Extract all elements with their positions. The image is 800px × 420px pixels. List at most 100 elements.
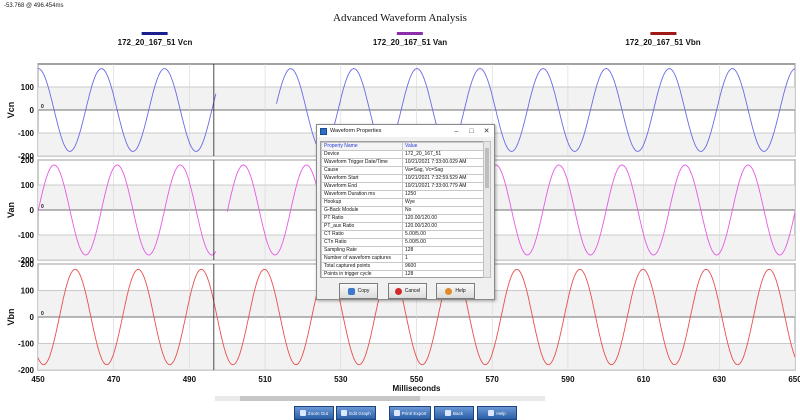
property-row[interactable]: G-Back Module No [321, 206, 484, 215]
maximize-button[interactable]: □ [464, 125, 479, 137]
property-row[interactable]: PT Ratio 120.00/120.00 [321, 214, 484, 223]
property-name: Cause [321, 166, 403, 175]
y-tick-label: 100 [21, 181, 35, 190]
property-value: 9600 [402, 262, 484, 271]
x-tick-label: 450 [31, 375, 45, 384]
property-row[interactable]: CTn Ratio 5.00/5.00 [321, 238, 484, 247]
back-arrow-icon [444, 410, 451, 416]
property-name: Points in trigger cycle [321, 270, 403, 277]
properties-grid[interactable]: Property Name Value Device 172_20_167_51 W… [320, 141, 485, 278]
property-name: Hookup [321, 198, 403, 207]
edit-graph-icon [341, 410, 348, 416]
property-value: 1250 [402, 190, 484, 199]
properties-scrollbar[interactable] [483, 141, 491, 278]
property-name: G-Back Module [321, 206, 403, 215]
property-name: Waveform Trigger Date/Time [321, 158, 403, 167]
y-tick-label: -200 [18, 366, 35, 375]
property-row[interactable]: Total captured points 9600 [321, 262, 484, 271]
property-row[interactable]: Number of waveform captures 1 [321, 254, 484, 263]
y-tick-label: 0 [30, 313, 35, 322]
property-value: 10/21/2021 7:33:00.029 AM [402, 158, 484, 167]
footer-help-button[interactable]: Help [477, 406, 517, 420]
dialog-title: Waveform Properties [330, 128, 382, 134]
property-row[interactable]: CT Ratio 5.00/5.00 [321, 230, 484, 239]
copy-button[interactable]: Copy [339, 283, 378, 299]
cancel-button[interactable]: Cancel [388, 283, 427, 299]
property-name: Sampling Rate [321, 246, 403, 255]
zero-label: 0 [41, 104, 44, 110]
y-tick-label: -100 [18, 340, 35, 349]
y-tick-label: 0 [30, 206, 35, 215]
horizontal-scrollbar-thumb[interactable] [240, 396, 420, 401]
property-row[interactable]: Hookup Wye [321, 198, 484, 207]
property-value: 172_20_167_51 [402, 150, 484, 159]
zoom-out-icon [299, 410, 306, 416]
close-button[interactable]: ✕ [479, 125, 494, 137]
y-axis-label: Vcn [6, 102, 16, 119]
property-name: CT Ratio [321, 230, 403, 239]
zero-label: 0 [41, 311, 44, 317]
zero-label: 0 [41, 204, 44, 210]
zoom-out-button[interactable]: Zoom Out [294, 406, 334, 420]
property-value: No [402, 206, 484, 215]
property-name: Total captured points [321, 262, 403, 271]
copy-button-label: Copy [357, 288, 370, 294]
x-tick-label: 550 [410, 375, 424, 384]
property-row[interactable]: Waveform Start 10/21/2021 7:32:59.529 AM [321, 174, 484, 183]
y-tick-label: -100 [18, 231, 35, 240]
property-name: Waveform Duration ms [321, 190, 403, 199]
help-button-label: Help [455, 288, 466, 294]
property-value: 128 [402, 246, 484, 255]
app-icon [320, 127, 327, 135]
y-tick-label: 200 [21, 156, 35, 165]
edit-graph-button[interactable]: Edit Graph [336, 406, 376, 420]
cancel-button-label: Cancel [404, 288, 421, 294]
property-row[interactable]: Points in trigger cycle 128 [321, 270, 484, 277]
y-tick-label: 100 [21, 83, 35, 92]
property-name: PT Ratio [321, 214, 403, 223]
property-value: 10/21/2021 7:33:00.779 AM [402, 182, 484, 191]
y-tick-label: 200 [21, 260, 35, 269]
dialog-titlebar[interactable]: Waveform Properties – □ ✕ [317, 125, 494, 137]
property-value: 10/21/2021 7:32:59.529 AM [402, 174, 484, 183]
minimize-button[interactable]: – [449, 125, 464, 137]
x-tick-label: 650 [788, 375, 800, 384]
printer-icon [393, 410, 400, 416]
column-header-property[interactable]: Property Name [321, 142, 403, 151]
x-tick-label: 590 [561, 375, 575, 384]
properties-scrollbar-thumb[interactable] [485, 148, 489, 188]
x-axis-label: Milliseconds [392, 384, 441, 393]
property-row[interactable]: Device 172_20_167_51 [321, 150, 484, 159]
property-value: 5.00/5.00 [402, 238, 484, 247]
x-tick-label: 610 [637, 375, 651, 384]
y-axis-label: Vbn [6, 309, 16, 326]
x-tick-label: 630 [713, 375, 727, 384]
x-tick-label: 470 [107, 375, 121, 384]
x-tick-label: 530 [334, 375, 348, 384]
property-value: 1 [402, 254, 484, 263]
help-button[interactable]: Help [436, 283, 475, 299]
property-value: 120.00/120.00 [402, 214, 484, 223]
property-name: Waveform Start [321, 174, 403, 183]
column-header-value[interactable]: Value [402, 142, 484, 151]
property-value: 128 [402, 270, 484, 277]
y-tick-label: 100 [21, 287, 35, 296]
x-tick-label: 490 [183, 375, 197, 384]
property-row[interactable]: PT_aux Ratio 120.00/120.00 [321, 222, 484, 231]
x-tick-label: 510 [258, 375, 272, 384]
property-row[interactable]: Cause Va=Sag, Vc=Sag [321, 166, 484, 175]
property-row[interactable]: Waveform Trigger Date/Time 10/21/2021 7:3… [321, 158, 484, 167]
print-export-button[interactable]: Print/ Export [389, 406, 431, 420]
back-button[interactable]: Back [434, 406, 474, 420]
property-row[interactable]: Waveform Duration ms 1250 [321, 190, 484, 199]
y-tick-label: 0 [30, 106, 35, 115]
help-icon [445, 287, 453, 295]
y-tick-label: -100 [18, 129, 35, 138]
print-export-label: Print/ Export [401, 410, 427, 416]
property-row[interactable]: Sampling Rate 128 [321, 246, 484, 255]
property-row[interactable]: Waveform End 10/21/2021 7:33:00.779 AM [321, 182, 484, 191]
property-name: Device [321, 150, 403, 159]
waveform-properties-dialog[interactable]: Waveform Properties – □ ✕ Property Name … [316, 124, 495, 300]
property-name: Waveform End [321, 182, 403, 191]
cancel-icon [394, 287, 402, 295]
